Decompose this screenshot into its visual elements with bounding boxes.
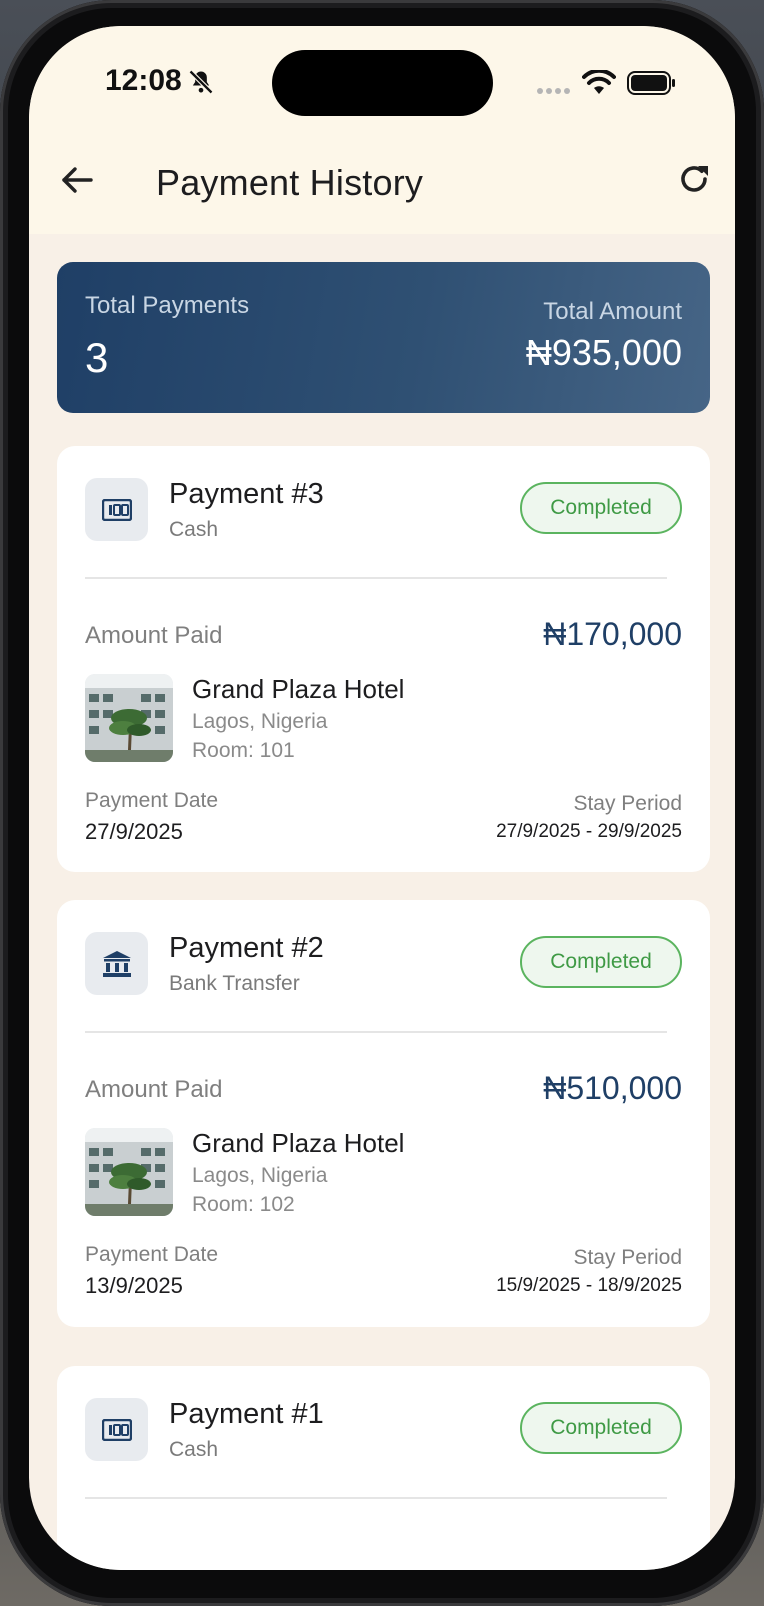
payment-method: Cash bbox=[169, 518, 219, 541]
amount-paid-value: ₦170,000 bbox=[543, 616, 682, 652]
status-badge: Completed bbox=[520, 936, 682, 988]
stay-period-value: 27/9/2025 - 29/9/2025 bbox=[496, 821, 682, 842]
payment-card[interactable]: Payment #3 Cash Completed Amount Paid ₦1… bbox=[57, 446, 710, 872]
cash-icon bbox=[85, 1398, 148, 1461]
cash-icon bbox=[85, 478, 148, 541]
payment-title: Payment #3 bbox=[169, 478, 324, 510]
status-badge: Completed bbox=[520, 1402, 682, 1454]
page-title: Payment History bbox=[156, 162, 424, 203]
refresh-icon[interactable] bbox=[677, 162, 711, 196]
hotel-room: Room: 101 bbox=[192, 739, 295, 762]
bell-muted-icon bbox=[188, 69, 214, 95]
total-amount-value: ₦935,000 bbox=[525, 332, 682, 373]
total-payments-label: Total Payments bbox=[85, 292, 250, 319]
divider bbox=[85, 1031, 667, 1033]
hotel-name: Grand Plaza Hotel bbox=[192, 1128, 405, 1158]
bank-icon bbox=[85, 932, 148, 995]
amount-paid-label: Amount Paid bbox=[85, 622, 223, 649]
payment-date-label: Payment Date bbox=[85, 789, 219, 812]
payment-card[interactable]: Payment #1 Cash Completed bbox=[57, 1366, 710, 1570]
status-time: 12:08 bbox=[105, 64, 182, 97]
payment-title: Payment #2 bbox=[169, 932, 324, 964]
stay-period-label: Stay Period bbox=[573, 1246, 682, 1269]
total-payments-value: 3 bbox=[85, 334, 109, 381]
payment-date-label: Payment Date bbox=[85, 1243, 219, 1266]
payment-date-value: 13/9/2025 bbox=[85, 1273, 183, 1298]
top-bar: 12:08 Payment History bbox=[29, 26, 735, 234]
payment-date-value: 27/9/2025 bbox=[85, 819, 183, 844]
status-badge: Completed bbox=[520, 482, 682, 534]
battery-icon bbox=[627, 71, 675, 95]
payment-card[interactable]: Payment #2 Bank Transfer Completed Amoun… bbox=[57, 900, 710, 1327]
hotel-room: Room: 102 bbox=[192, 1193, 295, 1216]
divider bbox=[85, 1497, 667, 1499]
total-amount-label: Total Amount bbox=[543, 298, 682, 325]
amount-paid-value: ₦510,000 bbox=[543, 1070, 682, 1106]
hotel-location: Lagos, Nigeria bbox=[192, 710, 328, 733]
payment-method: Bank Transfer bbox=[169, 972, 300, 995]
divider bbox=[85, 577, 667, 579]
hotel-location: Lagos, Nigeria bbox=[192, 1164, 328, 1187]
payment-summary-card: Total Payments 3 Total Amount ₦935,000 bbox=[57, 262, 710, 413]
phone-frame: 12:08 Payment History Total Payments 3 T… bbox=[0, 0, 764, 1606]
hotel-name: Grand Plaza Hotel bbox=[192, 674, 405, 704]
wifi-icon bbox=[582, 70, 616, 94]
payment-method: Cash bbox=[169, 1438, 219, 1461]
stay-period-label: Stay Period bbox=[573, 792, 682, 815]
hotel-thumbnail bbox=[85, 1128, 173, 1216]
dynamic-island bbox=[272, 50, 493, 116]
back-arrow-icon[interactable] bbox=[59, 162, 95, 198]
app-screen: 12:08 Payment History Total Payments 3 T… bbox=[29, 26, 735, 1570]
amount-paid-label: Amount Paid bbox=[85, 1076, 223, 1103]
stay-period-value: 15/9/2025 - 18/9/2025 bbox=[496, 1275, 682, 1296]
cellular-signal-icon bbox=[537, 88, 570, 94]
hotel-thumbnail bbox=[85, 674, 173, 762]
payment-title: Payment #1 bbox=[169, 1398, 324, 1430]
